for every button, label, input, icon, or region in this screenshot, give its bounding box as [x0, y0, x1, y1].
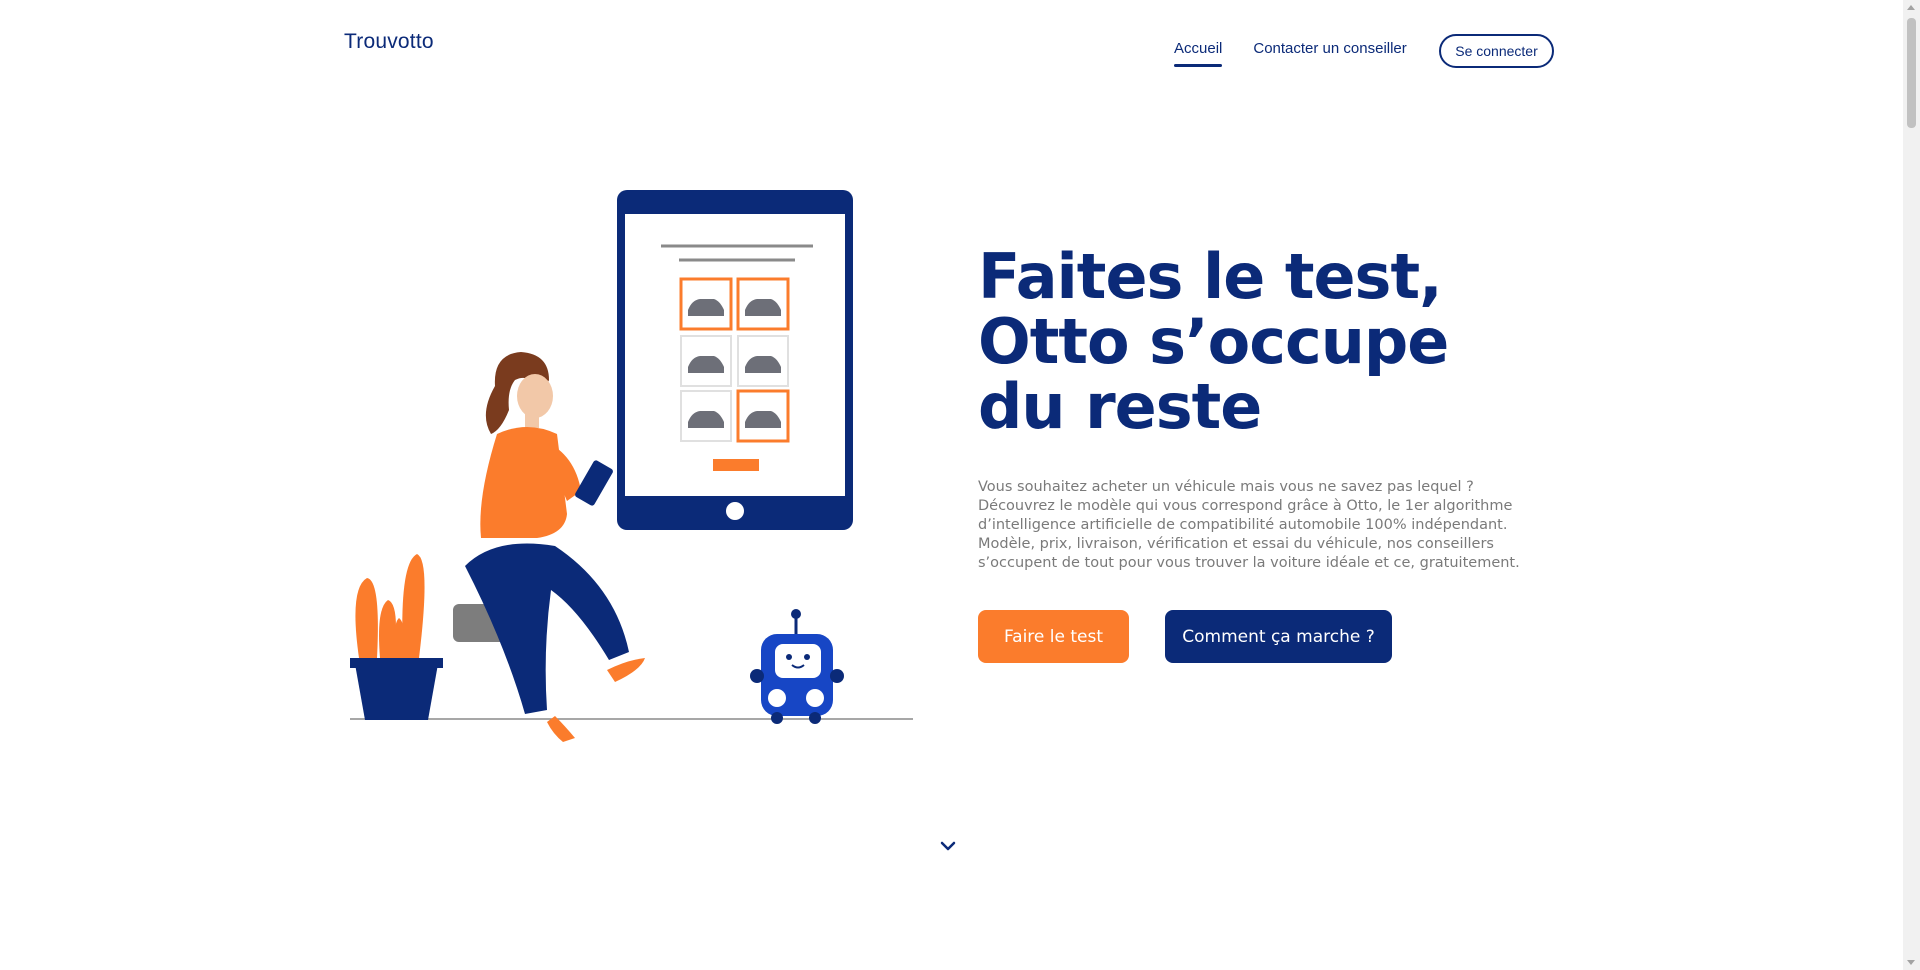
- main-nav: Accueil Contacter un conseiller: [1174, 40, 1407, 67]
- hero-title: Faites le test, Otto s’occupe du reste: [978, 244, 1538, 439]
- hero-illustration: [350, 190, 913, 742]
- brand-logo[interactable]: Trouvotto: [344, 30, 434, 54]
- hero-title-line-2: Otto s’occupe: [978, 305, 1449, 378]
- chevron-down-icon[interactable]: [938, 836, 958, 856]
- tablet-illustration: [617, 190, 853, 530]
- take-test-button[interactable]: Faire le test: [978, 610, 1129, 663]
- nav-item-accueil[interactable]: Accueil: [1174, 40, 1223, 67]
- hero-title-line-1: Faites le test,: [978, 240, 1443, 313]
- cta-group: Faire le test Comment ça marche ?: [978, 610, 1392, 663]
- scroll-up-arrow-icon[interactable]: [1907, 5, 1915, 10]
- hero-description: Vous souhaitez acheter un véhicule mais …: [978, 479, 1520, 571]
- scroll-down-arrow-icon[interactable]: [1907, 960, 1915, 965]
- login-button[interactable]: Se connecter: [1439, 34, 1554, 68]
- landing-page: Trouvotto Accueil Contacter un conseille…: [0, 0, 1920, 970]
- hero-title-line-3: du reste: [978, 370, 1262, 443]
- scroll-thumb[interactable]: [1907, 18, 1916, 128]
- page-scrollbar[interactable]: [1903, 0, 1920, 970]
- cactus-illustration: [350, 554, 443, 720]
- how-it-works-button[interactable]: Comment ça marche ?: [1165, 610, 1392, 663]
- nav-item-contact[interactable]: Contacter un conseiller: [1253, 40, 1406, 67]
- robot-illustration: [750, 609, 844, 724]
